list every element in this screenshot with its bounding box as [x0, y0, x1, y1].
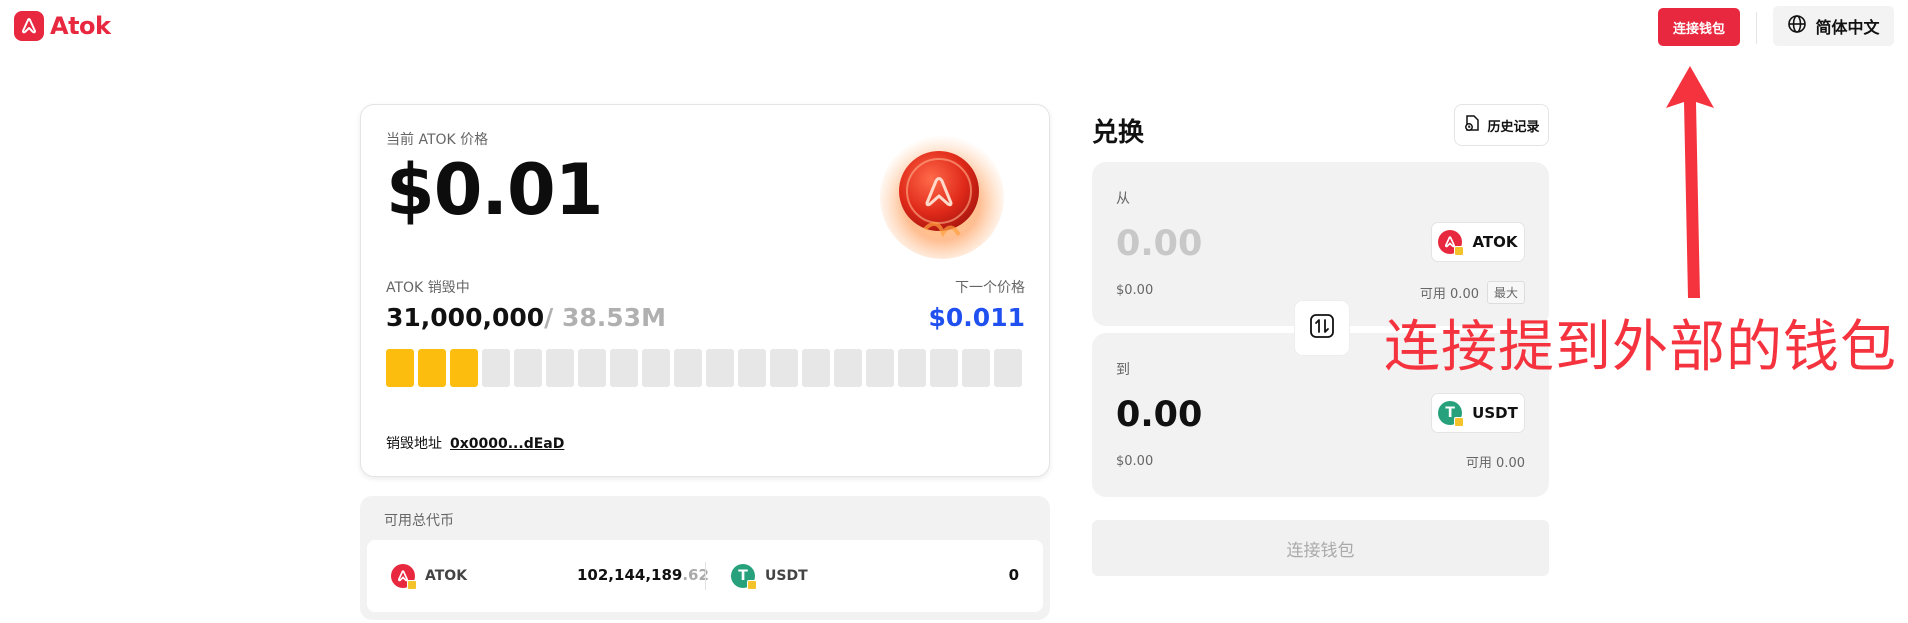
balance-usdt-amount: 0	[1008, 566, 1019, 584]
swap-from-amount-input[interactable]: 0.00	[1116, 224, 1202, 264]
swap-arrows-icon	[1308, 312, 1336, 344]
progress-segment-empty	[834, 349, 862, 387]
progress-segment-empty	[706, 349, 734, 387]
history-label: 历史记录	[1487, 119, 1540, 135]
swap-from-label: 从	[1116, 191, 1130, 207]
progress-segment-empty	[738, 349, 766, 387]
price-label: 当前 ATOK 价格	[386, 132, 489, 148]
usdt-token-icon: T	[731, 564, 757, 590]
burn-progress-bar	[386, 349, 1022, 387]
swap-from-usd-value: $0.00	[1116, 283, 1154, 298]
balance-atok-amount: 102,144,189.62	[577, 566, 709, 584]
progress-segment-empty	[482, 349, 510, 387]
balance-atok-int: 102,144,189	[577, 566, 683, 584]
burn-address-row: 销毁地址 0x0000...dEaD	[386, 433, 564, 453]
swap-to-usd-value: $0.00	[1116, 454, 1154, 469]
swap-connect-wallet-button[interactable]: 连接钱包	[1092, 520, 1549, 576]
balance-divider	[705, 562, 706, 590]
next-price: $0.011	[928, 303, 1025, 332]
swap-to-token-name: USDT	[1472, 404, 1518, 422]
balance-atok: ATOK	[391, 564, 468, 590]
progress-segment-empty	[802, 349, 830, 387]
progress-segment-empty	[546, 349, 574, 387]
swap-to-amount: 0.00	[1116, 395, 1203, 435]
progress-segment-filled	[386, 349, 414, 387]
header-divider	[1756, 12, 1757, 44]
progress-segment-empty	[930, 349, 958, 387]
balance-usdt: T USDT	[731, 564, 808, 590]
max-button[interactable]: 最大	[1486, 281, 1525, 304]
burn-address-link[interactable]: 0x0000...dEaD	[450, 436, 564, 452]
current-price: $0.01	[386, 149, 603, 231]
progress-segment-empty	[770, 349, 798, 387]
usdt-token-icon: T	[1438, 401, 1465, 427]
progress-segment-empty	[578, 349, 606, 387]
swap-to-available: 可用 0.00	[1465, 456, 1525, 471]
atok-logo-icon	[14, 11, 44, 41]
progress-segment-empty	[898, 349, 926, 387]
token-balances: ATOK 102,144,189.62 T USDT 0	[367, 540, 1043, 612]
swap-to-token-selector[interactable]: T USDT	[1431, 393, 1525, 433]
progress-segment-empty	[610, 349, 638, 387]
progress-segment-empty	[866, 349, 894, 387]
language-selector[interactable]: 简体中文	[1773, 6, 1894, 46]
progress-segment-empty	[642, 349, 670, 387]
available-tokens-title: 可用总代币	[384, 513, 454, 529]
language-label: 简体中文	[1815, 18, 1880, 37]
atok-logo[interactable]: Atok	[14, 11, 111, 41]
burned-amount: 31,000,000	[386, 303, 545, 332]
swap-from-token-name: ATOK	[1472, 233, 1518, 251]
progress-segment-filled	[418, 349, 446, 387]
atok-token-icon	[391, 564, 417, 590]
balance-token-name: ATOK	[425, 568, 468, 584]
burn-address-label: 销毁地址	[386, 436, 442, 452]
available-tokens-card: 可用总代币 ATOK 102,144,189.62 T USDT 0	[360, 496, 1050, 620]
burn-progress-amount: 31,000,000/ 38.53M	[386, 303, 666, 332]
globe-icon	[1787, 14, 1807, 38]
annotation-arrow-icon	[1660, 62, 1720, 306]
connect-wallet-button[interactable]: 连接钱包	[1658, 8, 1740, 46]
annotation-text: 连接提到外部的钱包	[1384, 315, 1897, 380]
burning-label: ATOK 销毁中	[386, 280, 470, 296]
progress-segment-empty	[962, 349, 990, 387]
burning-coin-illustration	[877, 129, 1007, 259]
swap-from-token-selector[interactable]: ATOK	[1431, 222, 1525, 262]
balance-token-name: USDT	[765, 568, 808, 584]
atok-token-icon	[1438, 230, 1465, 256]
progress-segment-empty	[674, 349, 702, 387]
swap-to-label: 到	[1116, 362, 1130, 378]
next-price-label: 下一个价格	[955, 280, 1025, 296]
logo-text: Atok	[50, 12, 111, 40]
swap-from-available-row: 可用 0.00 最大	[1420, 281, 1525, 304]
swap-from-available: 可用 0.00	[1419, 287, 1479, 302]
history-button[interactable]: 历史记录	[1454, 104, 1549, 146]
progress-segment-empty	[994, 349, 1022, 387]
swap-title: 兑换	[1092, 118, 1145, 148]
history-icon	[1463, 114, 1481, 136]
swap-to-available-row: 可用 0.00	[1466, 452, 1525, 471]
burn-total: / 38.53M	[544, 303, 666, 332]
progress-segment-filled	[450, 349, 478, 387]
progress-segment-empty	[514, 349, 542, 387]
swap-direction-button[interactable]	[1295, 301, 1349, 355]
price-card: 当前 ATOK 价格 $0.01 ATOK 销毁中 下一个价格 31,000,0…	[360, 104, 1050, 477]
